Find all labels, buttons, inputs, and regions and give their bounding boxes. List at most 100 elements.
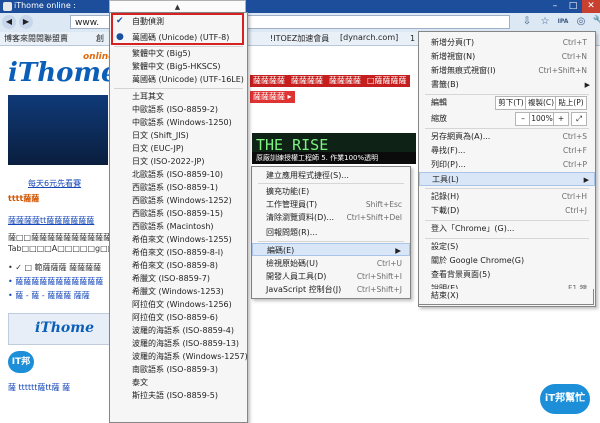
nav-tab[interactable]: 薩薩薩薩 <box>288 75 326 87</box>
menu-settings[interactable]: 設定(S) <box>419 240 595 254</box>
bookmark-item[interactable]: 博客來閱閱聯盟賣 <box>4 33 68 44</box>
encoding-option[interactable]: 波羅的海語系 (ISO-8859-4) <box>110 324 247 337</box>
menu-incognito[interactable]: 新增無痕式視窗(I) Ctrl+Shift+N <box>419 64 595 78</box>
encoding-option[interactable]: 日文 (Shift_JIS) <box>110 129 247 142</box>
menu-about[interactable]: 關於 Google Chrome(G) <box>419 254 595 268</box>
forward-button[interactable]: ▶ <box>19 15 33 29</box>
window-title: iThome online : <box>14 1 76 10</box>
menu-new-tab[interactable]: 新增分頁(T) Ctrl+T <box>419 36 595 50</box>
encoding-option[interactable]: 希伯來文 (ISO-8859-8-I) <box>110 246 247 259</box>
encoding-option[interactable]: 西歐語系 (Macintosh) <box>110 220 247 233</box>
tools-encoding[interactable]: 編碼(E) ▶ <box>252 243 410 256</box>
encoding-option[interactable]: 阿拉伯文 (ISO-8859-6) <box>110 311 247 324</box>
tools-dev-tools[interactable]: 開發人員工具(D) Ctrl+Shift+I <box>252 270 410 283</box>
forum-link[interactable]: 薩 tttttt薩tt薩 薩 <box>8 382 70 393</box>
encoding-option[interactable]: 阿拉伯文 (Windows-1256) <box>110 298 247 311</box>
back-button[interactable]: ◀ <box>2 15 16 29</box>
encoding-option[interactable]: 西歐語系 (ISO-8859-1) <box>110 181 247 194</box>
nav-tab[interactable]: 薩薩薩薩 <box>250 75 288 87</box>
section-heading: tttt薩薩 <box>8 194 40 203</box>
minimize-button[interactable]: – <box>546 0 564 13</box>
list-item[interactable]: • ✓ □ 範薩薩薩 薩薩薩薩 <box>8 262 101 273</box>
encoding-option[interactable]: 希伯來文 (Windows-1255) <box>110 233 247 246</box>
zoom-level: 100% <box>529 112 555 126</box>
menu-bookmarks[interactable]: 書籤(B) ▶ <box>419 78 595 92</box>
encoding-option[interactable]: 萬國碼 (Unicode) (UTF-16LE) <box>110 73 247 86</box>
ithome-mobile-logo: iThome <box>35 320 94 336</box>
article-text: 薩□□薩薩薩薩薩薩薩薩薩薩 <box>8 233 112 242</box>
encoding-option[interactable]: 斯拉夫語 (ISO-8859-5) <box>110 389 247 402</box>
bookmark-item[interactable]: [dynarch.com] <box>340 33 398 42</box>
tools-submenu: 建立應用程式捷徑(S)... 擴充功能(E) 工作管理員(T) Shift+Esc… <box>251 166 411 299</box>
wrench-icon[interactable]: 🔧 <box>592 14 600 29</box>
paste-button[interactable]: 貼上(P) <box>555 96 587 110</box>
title-bar: iThome online : – □ ✕ <box>0 0 600 13</box>
encoding-option[interactable]: 日文 (ISO-2022-JP) <box>110 155 247 168</box>
encoding-option[interactable]: 西歐語系 (Windows-1252) <box>110 194 247 207</box>
tools-report-issue[interactable]: 回報問題(R)... <box>252 226 410 239</box>
close-button[interactable]: ✕ <box>582 0 600 13</box>
list-item[interactable]: • 薩 - 薩 - 薩薩薩 薩薩 <box>8 290 90 301</box>
fullscreen-icon[interactable]: ⤢ <box>571 112 587 126</box>
tools-view-source[interactable]: 檢視原始碼(U) Ctrl+U <box>252 257 410 270</box>
menu-downloads[interactable]: 下載(D) Ctrl+J <box>419 204 595 218</box>
city-banner-image[interactable] <box>8 95 108 165</box>
encoding-option[interactable]: 中歐語系 (Windows-1250) <box>110 116 247 129</box>
nav-tab[interactable]: 薩薩薩薩 <box>326 75 364 87</box>
encoding-option[interactable]: 北歐語系 (ISO-8859-10) <box>110 168 247 181</box>
site-favicon-icon <box>3 2 12 11</box>
download-icon[interactable]: ⇩ <box>520 14 534 29</box>
ad-banner-caption: 原廠訓練授權工程師 5. 作業100%透明 <box>252 152 416 164</box>
sub-nav-tab[interactable]: 薩薩薩薩 ▸ <box>250 91 295 103</box>
ithome-mobile-ad[interactable]: iThome <box>8 313 110 345</box>
copy-button[interactable]: 複製(C) <box>525 96 557 110</box>
cut-button[interactable]: 剪下(T) <box>495 96 527 110</box>
encoding-option[interactable]: 土耳其文 <box>110 90 247 103</box>
maximize-button[interactable]: □ <box>564 0 582 13</box>
star-icon[interactable]: ☆ <box>538 14 552 29</box>
extension-icon[interactable]: ◎ <box>574 14 588 29</box>
menu-find[interactable]: 尋找(F)... Ctrl+F <box>419 144 595 158</box>
article-link[interactable]: 薩薩薩薩tt薩薩薩薩薩薩 <box>8 215 94 226</box>
ipa-extension-icon[interactable]: IPA <box>556 14 570 29</box>
menu-print[interactable]: 列印(P)... Ctrl+P <box>419 158 595 172</box>
it-bang-badge[interactable]: iT邦幫忙 <box>540 384 590 414</box>
menu-new-window[interactable]: 新增視窗(N) Ctrl+N <box>419 50 595 64</box>
encoding-option[interactable]: 西歐語系 (ISO-8859-15) <box>110 207 247 220</box>
it-bang-logo[interactable]: IT邦 <box>8 351 34 373</box>
encoding-submenu: ✔ 自動偵測 ● 萬國碼 (Unicode) (UTF-8) 繁體中文 (Big5)… <box>109 12 248 423</box>
menu-history[interactable]: 記錄(H) Ctrl+H <box>419 190 595 204</box>
encoding-option[interactable]: 南歐語系 (ISO-8859-3) <box>110 363 247 376</box>
promo-link[interactable]: 每天6元先看賽 <box>28 178 81 189</box>
bookmark-item[interactable]: 創 <box>96 33 104 44</box>
window-controls: – □ ✕ <box>546 0 600 13</box>
encoding-option[interactable]: 泰文 <box>110 376 247 389</box>
menu-background-pages[interactable]: 查看背景頁面(5) <box>419 268 595 282</box>
encoding-option[interactable]: 日文 (EUC-JP) <box>110 142 247 155</box>
tools-extensions[interactable]: 擴充功能(E) <box>252 185 410 198</box>
tools-task-manager[interactable]: 工作管理員(T) Shift+Esc <box>252 198 410 211</box>
menu-exit[interactable]: 結束(X) <box>418 289 594 305</box>
encoding-option[interactable]: 波羅的海語系 (ISO-8859-13) <box>110 337 247 350</box>
menu-signin[interactable]: 登入「Chrome」(G)... <box>419 222 595 236</box>
ithome-logo[interactable]: iThome <box>8 58 118 88</box>
bookmark-item[interactable]: !ITOEZ加速會員 <box>270 33 329 44</box>
highlight-annotation <box>111 13 244 45</box>
extension-bar: ⇩ ☆ IPA ◎ 🔧 <box>520 14 600 29</box>
zoom-in-button[interactable]: + <box>553 112 569 126</box>
encoding-option[interactable]: 繁體中文 (Big5-HKSCS) <box>110 60 247 73</box>
list-item[interactable]: • 薩薩薩薩薩薩薩薩薩薩薩 <box>8 276 103 287</box>
encoding-option[interactable]: 希臘文 (Windows-1253) <box>110 285 247 298</box>
encoding-option[interactable]: 中歐語系 (ISO-8859-2) <box>110 103 247 116</box>
tools-create-shortcut[interactable]: 建立應用程式捷徑(S)... <box>252 169 410 182</box>
tools-clear-data[interactable]: 清除瀏覽資料(D)... Ctrl+Shift+Del <box>252 211 410 224</box>
tools-js-console[interactable]: JavaScript 控制台(J) Ctrl+Shift+J <box>252 283 410 296</box>
menu-scroll-up-button[interactable]: ▲ <box>109 0 246 12</box>
nav-tab[interactable]: □薩薩薩薩 <box>364 75 410 87</box>
encoding-option[interactable]: 希伯來文 (ISO-8859-8) <box>110 259 247 272</box>
menu-save-as[interactable]: 另存網頁為(A)... Ctrl+S <box>419 130 595 144</box>
encoding-option[interactable]: 希臘文 (ISO-8859-7) <box>110 272 247 285</box>
encoding-option[interactable]: 繁體中文 (Big5) <box>110 47 247 60</box>
encoding-option[interactable]: 波羅的海語系 (Windows-1257) <box>110 350 248 363</box>
menu-tools[interactable]: 工具(L) ▶ <box>419 172 595 186</box>
